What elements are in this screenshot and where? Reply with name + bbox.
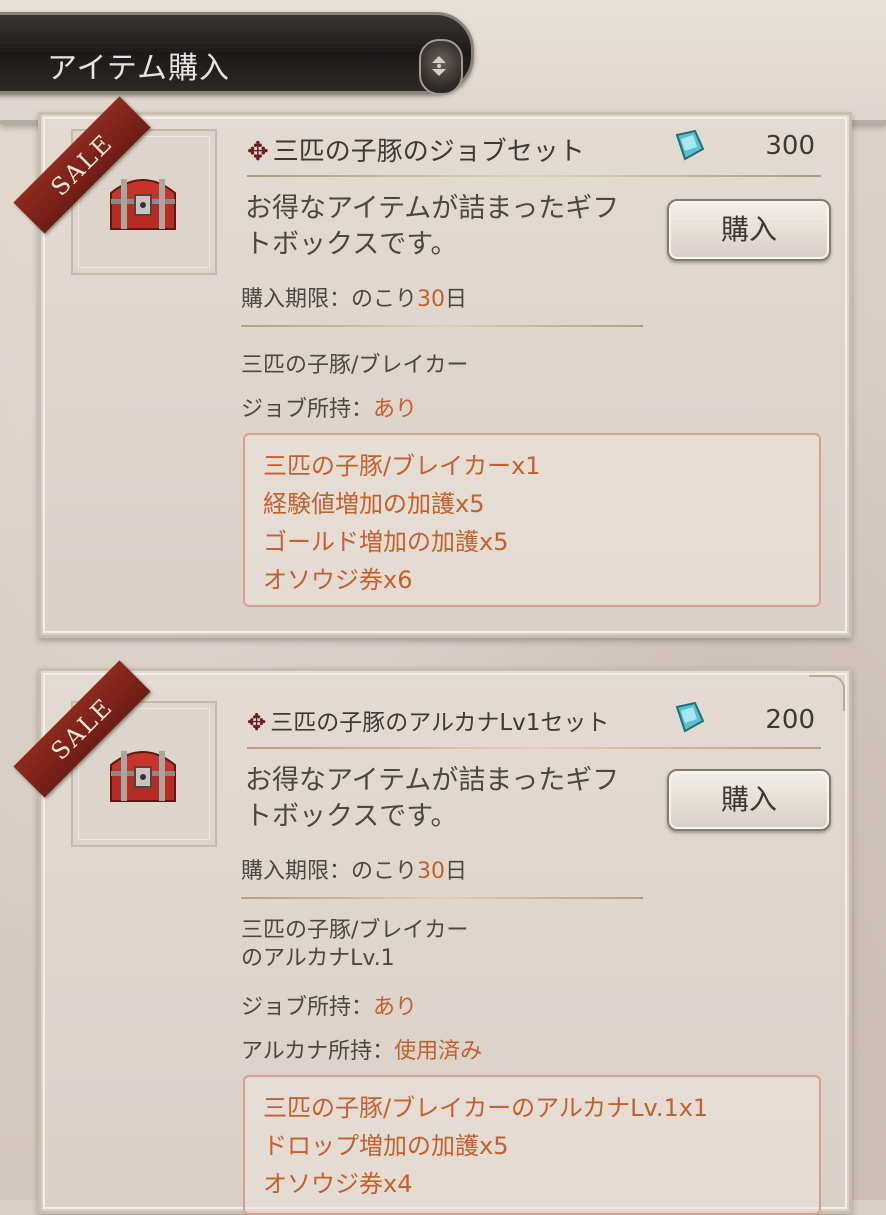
- buy-button[interactable]: 購入: [667, 769, 831, 831]
- buy-button[interactable]: 購入: [667, 199, 831, 261]
- page-title: アイテム購入: [47, 51, 230, 86]
- shop-item-card: SALE ✥ 三匹の子豚のジョブセット 300 お得なアイテムが詰まったギフ トボ…: [13, 96, 852, 638]
- gem-currency-icon: [675, 701, 705, 733]
- list-item: ドロップ増加の加護x5: [263, 1132, 509, 1160]
- cross-ornament-icon: ✥: [247, 710, 267, 736]
- job-name: 三匹の子豚/ブレイカー のアルカナLv.1: [241, 918, 469, 971]
- divider: [241, 325, 643, 327]
- scroll-arrows-icon[interactable]: [419, 39, 463, 95]
- item-name: ✥ 三匹の子豚のアルカナLv1セット: [247, 710, 610, 736]
- header-bar: アイテム購入: [0, 0, 886, 124]
- title-plate: アイテム購入: [0, 12, 474, 95]
- purchase-deadline: 購入期限：のこり30日: [241, 287, 468, 312]
- item-contents-list: 三匹の子豚/ブレイカーx1 経験値増加の加護x5 ゴールド増加の加護x5 オソウ…: [243, 433, 821, 607]
- list-item: 三匹の子豚/ブレイカーのアルカナLv.1x1: [263, 1094, 709, 1122]
- purchase-deadline: 購入期限：のこり30日: [241, 859, 468, 884]
- item-description: お得なアイテムが詰まったギフ トボックスです。: [245, 193, 620, 260]
- gem-currency-icon: [675, 129, 705, 161]
- job-owned-status: ジョブ所持：あり: [241, 397, 418, 422]
- shop-item-card: SALE ✥ 三匹の子豚のアルカナLv1セット 200 お得なアイテムが詰まったギ…: [13, 660, 852, 1215]
- item-description: お得なアイテムが詰まったギフ トボックスです。: [245, 765, 620, 832]
- item-contents-list: 三匹の子豚/ブレイカーのアルカナLv.1x1 ドロップ増加の加護x5 オソウジ券…: [243, 1075, 821, 1215]
- item-price: 300: [765, 131, 815, 161]
- item-price: 200: [765, 705, 815, 735]
- list-item: ゴールド増加の加護x5: [263, 528, 509, 556]
- arcana-owned-status: アルカナ所持：使用済み: [241, 1039, 483, 1064]
- divider: [241, 897, 643, 899]
- treasure-chest-icon: [110, 751, 176, 802]
- job-name: 三匹の子豚/ブレイカー: [241, 353, 469, 378]
- list-item: オソウジ券x4: [263, 1170, 413, 1198]
- item-name: ✥ 三匹の子豚のジョブセット: [247, 137, 585, 167]
- list-item: 経験値増加の加護x5: [263, 490, 485, 518]
- divider: [247, 175, 821, 177]
- divider: [247, 747, 821, 749]
- list-item: 三匹の子豚/ブレイカーx1: [263, 452, 541, 480]
- list-item: オソウジ券x6: [263, 566, 413, 594]
- treasure-chest-icon: [110, 179, 176, 230]
- cross-ornament-icon: ✥: [247, 137, 269, 167]
- job-owned-status: ジョブ所持：あり: [241, 995, 418, 1020]
